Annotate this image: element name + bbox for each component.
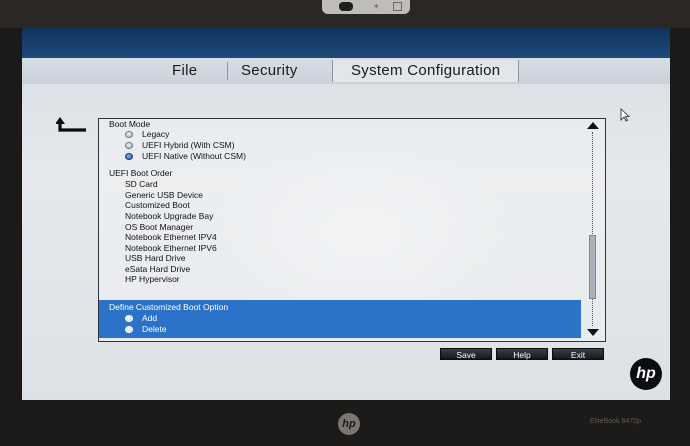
boot-mode-option-uefi-native[interactable]: UEFI Native (Without CSM) [125,151,246,161]
tab-security[interactable]: Security [241,60,298,82]
back-arrow-icon[interactable] [56,116,88,138]
boot-order-item[interactable]: Generic USB Device [125,190,203,200]
help-button[interactable]: Help [496,348,548,360]
boot-options-panel: Boot Mode Legacy UEFI Hybrid (With CSM) … [98,118,606,342]
radio-icon[interactable] [125,131,133,139]
boot-order-item[interactable]: Notebook Ethernet IPV6 [125,243,217,253]
save-button[interactable]: Save [440,348,492,360]
radio-selected-icon[interactable] [125,153,133,161]
boot-order-item[interactable]: USB Hard Drive [125,253,185,263]
boot-order-item[interactable]: Customized Boot [125,200,190,210]
boot-mode-option-legacy[interactable]: Legacy [125,129,169,139]
scroll-up-arrow-icon[interactable] [587,122,599,129]
tab-system-configuration[interactable]: System Configuration [332,60,520,82]
radio-icon[interactable] [125,142,133,150]
option-label: UEFI Hybrid (With CSM) [142,140,235,150]
exit-button[interactable]: Exit [552,348,604,360]
tab-separator [227,62,228,80]
boot-order-heading: UEFI Boot Order [109,168,173,178]
boot-order-item[interactable]: OS Boot Manager [125,222,193,232]
custom-boot-option-delete[interactable]: Delete [125,324,167,334]
boot-order-item[interactable]: Notebook Ethernet IPV4 [125,232,217,242]
option-label: UEFI Native (Without CSM) [142,151,246,161]
webcam-lens-icon [339,2,353,11]
option-label: Legacy [142,129,170,139]
custom-boot-option-add[interactable]: Add [125,313,157,323]
mouse-cursor-icon [620,108,630,122]
boot-mode-heading: Boot Mode [109,119,151,129]
scroll-down-arrow-icon[interactable] [587,329,599,336]
bios-screen: File Security System Configuration Boot … [22,28,670,400]
custom-boot-section-highlight[interactable]: Define Customized Boot Option Add Delete [99,300,581,338]
option-label: Delete [142,324,167,334]
boot-mode-option-uefi-hybrid[interactable]: UEFI Hybrid (With CSM) [125,140,235,150]
model-label: EliteBook 8470p [590,418,641,425]
boot-order-item[interactable]: SD Card [125,179,158,189]
hp-logo: hp [630,358,662,390]
radio-icon[interactable] [125,326,133,334]
radio-icon[interactable] [125,315,133,323]
webcam-button-icon [393,2,402,11]
option-label: Add [142,313,158,323]
tab-file[interactable]: File [172,60,197,82]
custom-boot-heading: Define Customized Boot Option [109,302,229,312]
boot-order-item[interactable]: eSata Hard Drive [125,264,190,274]
scrollbar[interactable] [581,119,605,341]
bezel-hp-logo: hp [338,413,360,435]
boot-order-item[interactable]: HP Hypervisor [125,274,180,284]
scroll-thumb[interactable] [589,235,596,299]
boot-order-item[interactable]: Notebook Upgrade Bay [125,211,213,221]
webcam-led-icon: ✶ [373,2,380,11]
